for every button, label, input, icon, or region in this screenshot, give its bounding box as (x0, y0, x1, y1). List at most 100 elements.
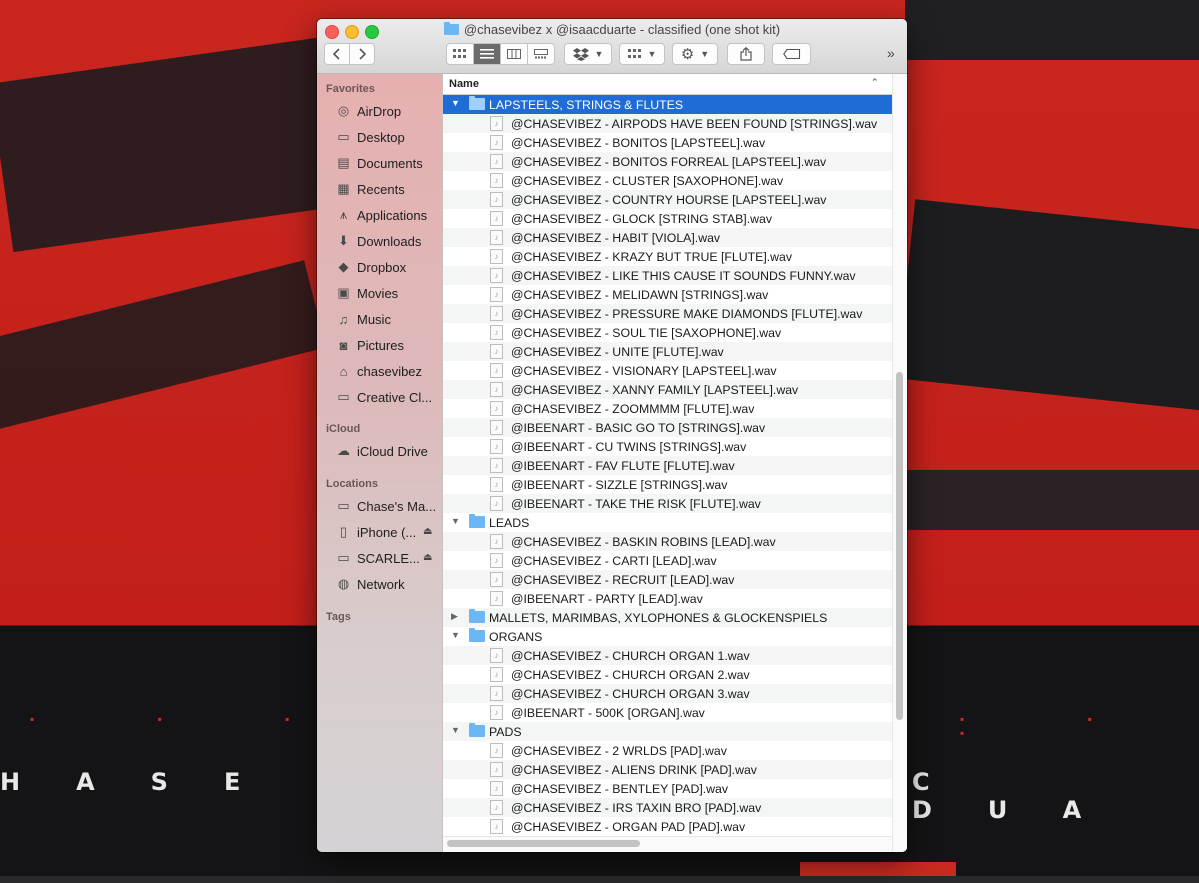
sidebar-item-chasevibez[interactable]: ⌂ chasevibez (335, 360, 442, 382)
file-row[interactable]: ♪ @CHASEVIBEZ - PRESSURE MAKE DIAMONDS [F… (443, 304, 892, 323)
file-row[interactable]: ♪ @CHASEVIBEZ - CHURCH ORGAN 1.wav (443, 646, 892, 665)
sidebar-item-applications[interactable]: ⩚ Applications (335, 204, 442, 226)
file-row[interactable]: ♪ @CHASEVIBEZ - KRAZY BUT TRUE [FLUTE].wa… (443, 247, 892, 266)
file-row[interactable]: ♪ @CHASEVIBEZ - BONITOS [LAPSTEEL].wav (443, 133, 892, 152)
sidebar-item-airdrop[interactable]: ◎ AirDrop (335, 100, 442, 122)
file-row[interactable]: ♪ @IBEENART - TAKE THE RISK [FLUTE].wav (443, 494, 892, 513)
audio-file-icon: ♪ (490, 439, 503, 454)
file-row[interactable]: ♪ @CHASEVIBEZ - VISIONARY [LAPSTEEL].wav (443, 361, 892, 380)
dropbox-menu-button[interactable]: ▼ (564, 43, 612, 65)
edit-tags-button[interactable] (772, 43, 811, 65)
file-name: @CHASEVIBEZ - BENTLEY [PAD].wav (511, 782, 729, 796)
chevron-down-icon: ▼ (594, 49, 604, 59)
file-row[interactable]: ♪ @CHASEVIBEZ - MELIDAWN [STRINGS].wav (443, 285, 892, 304)
audio-file-icon: ♪ (490, 382, 503, 397)
wallpaper-text-right: C DUA (912, 768, 1138, 824)
gallery-view-icon (534, 49, 548, 59)
file-name: @CHASEVIBEZ - ZOOMMMM [FLUTE].wav (511, 402, 755, 416)
file-row[interactable]: ♪ @CHASEVIBEZ - 2 WRLDS [PAD].wav (443, 741, 892, 760)
folder-icon (469, 628, 485, 642)
sidebar-item-chase-s-ma[interactable]: ▭ Chase's Ma... (335, 495, 442, 517)
file-row[interactable]: ♪ @CHASEVIBEZ - AIRPODS HAVE BEEN FOUND [… (443, 114, 892, 133)
sidebar-item-documents[interactable]: ▤ Documents (335, 152, 442, 174)
folder-icon: ▭ (337, 389, 350, 404)
eject-icon[interactable]: ⏏ (423, 526, 432, 537)
file-row[interactable]: ♪ @IBEENART - BASIC GO TO [STRINGS].wav (443, 418, 892, 437)
sidebar-item-pictures[interactable]: ◙ Pictures (335, 334, 442, 356)
file-row[interactable]: ♪ @CHASEVIBEZ - COUNTRY HOURSE [LAPSTEEL]… (443, 190, 892, 209)
folder-row[interactable]: ▼ LAPSTEELS, STRINGS & FLUTES (443, 95, 892, 114)
sidebar-item-movies[interactable]: ▣ Movies (335, 282, 442, 304)
audio-file-icon: ♪ (490, 420, 503, 435)
disclosure-expanded-icon[interactable]: ▼ (451, 725, 460, 735)
file-row[interactable]: ♪ @CHASEVIBEZ - UNITE [FLUTE].wav (443, 342, 892, 361)
file-row[interactable]: ♪ @CHASEVIBEZ - IRS TAXIN BRO [PAD].wav (443, 798, 892, 817)
file-row[interactable]: ♪ @CHASEVIBEZ - LIKE THIS CAUSE IT SOUNDS… (443, 266, 892, 285)
icon-view-button[interactable] (447, 44, 474, 64)
file-row[interactable]: ♪ @CHASEVIBEZ - BASKIN ROBINS [LEAD].wav (443, 532, 892, 551)
chevron-down-icon: ▼ (647, 49, 657, 59)
sidebar-item-creative-cl[interactable]: ▭ Creative Cl... (335, 386, 442, 408)
column-header-name[interactable]: Name ⌃ (443, 74, 892, 95)
sidebar-item-recents[interactable]: ▦ Recents (335, 178, 442, 200)
sidebar-item-dropbox[interactable]: ◆ Dropbox (335, 256, 442, 278)
horizontal-scrollbar[interactable] (447, 840, 640, 847)
file-row[interactable]: ♪ @CHASEVIBEZ - ALIENS DRINK [PAD].wav (443, 760, 892, 779)
file-row[interactable]: ♪ @CHASEVIBEZ - SOUL TIE [SAXOPHONE].wav (443, 323, 892, 342)
dropbox-icon (572, 47, 589, 61)
sidebar-item-desktop[interactable]: ▭ Desktop (335, 126, 442, 148)
disclosure-collapsed-icon[interactable]: ▶ (451, 611, 458, 622)
sidebar-item-music[interactable]: ♫ Music (335, 308, 442, 330)
sidebar-item-icloud-drive[interactable]: ☁ iCloud Drive (335, 440, 442, 462)
audio-file-icon: ♪ (490, 743, 503, 758)
action-menu-button[interactable]: ⚙ ▼ (672, 43, 718, 65)
file-row[interactable]: ♪ @IBEENART - FAV FLUTE [FLUTE].wav (443, 456, 892, 475)
folder-row[interactable]: ▼ LEADS (443, 513, 892, 532)
applications-icon: ⩚ (339, 207, 348, 222)
file-row[interactable]: ♪ @CHASEVIBEZ - CHURCH ORGAN 2.wav (443, 665, 892, 684)
back-button[interactable] (325, 44, 350, 64)
file-row[interactable]: ♪ @CHASEVIBEZ - CLUSTER [SAXOPHONE].wav (443, 171, 892, 190)
file-row[interactable]: ♪ @IBEENART - PARTY [LEAD].wav (443, 589, 892, 608)
file-row[interactable]: ♪ @CHASEVIBEZ - XANNY FAMILY [LAPSTEEL].w… (443, 380, 892, 399)
file-name: @IBEENART - BASIC GO TO [STRINGS].wav (511, 421, 766, 435)
file-row[interactable]: ♪ @CHASEVIBEZ - HABIT [VIOLA].wav (443, 228, 892, 247)
file-row[interactable]: ♪ @CHASEVIBEZ - ZOOMMMM [FLUTE].wav (443, 399, 892, 418)
file-row[interactable]: ♪ @CHASEVIBEZ - ORGAN PAD [PAD].wav (443, 817, 892, 836)
vertical-scrollbar[interactable] (896, 372, 903, 720)
file-row[interactable]: ♪ @CHASEVIBEZ - CARTI [LEAD].wav (443, 551, 892, 570)
column-view-button[interactable] (501, 44, 528, 64)
file-name: @CHASEVIBEZ - SOUL TIE [SAXOPHONE].wav (511, 326, 782, 340)
file-name: @CHASEVIBEZ - BASKIN ROBINS [LEAD].wav (511, 535, 776, 549)
file-row[interactable]: ♪ @IBEENART - SIZZLE [STRINGS].wav (443, 475, 892, 494)
sidebar-header-icloud: iCloud (326, 423, 361, 435)
gear-icon: ⚙ (680, 46, 695, 63)
disclosure-expanded-icon[interactable]: ▼ (451, 98, 460, 108)
folder-row[interactable]: ▼ PADS (443, 722, 892, 741)
group-menu-button[interactable]: ▼ (619, 43, 665, 65)
file-row[interactable]: ♪ @CHASEVIBEZ - CHURCH ORGAN 3.wav (443, 684, 892, 703)
folder-icon (469, 723, 485, 737)
file-row[interactable]: ♪ @IBEENART - CU TWINS [STRINGS].wav (443, 437, 892, 456)
toolbar-overflow-button[interactable]: » (887, 45, 895, 61)
forward-button[interactable] (350, 44, 374, 64)
disclosure-expanded-icon[interactable]: ▼ (451, 516, 460, 526)
folder-row[interactable]: ▼ ORGANS (443, 627, 892, 646)
sort-ascending-icon: ⌃ (871, 77, 879, 87)
file-row[interactable]: ♪ @CHASEVIBEZ - GLOCK [STRING STAB].wav (443, 209, 892, 228)
file-row[interactable]: ♪ @CHASEVIBEZ - BENTLEY [PAD].wav (443, 779, 892, 798)
share-button[interactable] (727, 43, 765, 65)
file-row[interactable]: ♪ @CHASEVIBEZ - BONITOS FORREAL [LAPSTEEL… (443, 152, 892, 171)
disclosure-expanded-icon[interactable]: ▼ (451, 630, 460, 640)
folder-row[interactable]: ▶ MALLETS, MARIMBAS, XYLOPHONES & GLOCKEN… (443, 608, 892, 627)
audio-file-icon: ♪ (490, 667, 503, 682)
eject-icon[interactable]: ⏏ (423, 552, 432, 563)
movies-icon: ▣ (337, 285, 350, 300)
sidebar-item-network[interactable]: ◍ Network (335, 573, 442, 595)
file-row[interactable]: ♪ @IBEENART - 500K [ORGAN].wav (443, 703, 892, 722)
file-row[interactable]: ♪ @CHASEVIBEZ - RECRUIT [LEAD].wav (443, 570, 892, 589)
gallery-view-button[interactable] (528, 44, 554, 64)
wallpaper-dots: ▪ ▪ ▪ (960, 712, 1152, 740)
list-view-button[interactable] (474, 44, 501, 64)
sidebar-item-downloads[interactable]: ⬇ Downloads (335, 230, 442, 252)
